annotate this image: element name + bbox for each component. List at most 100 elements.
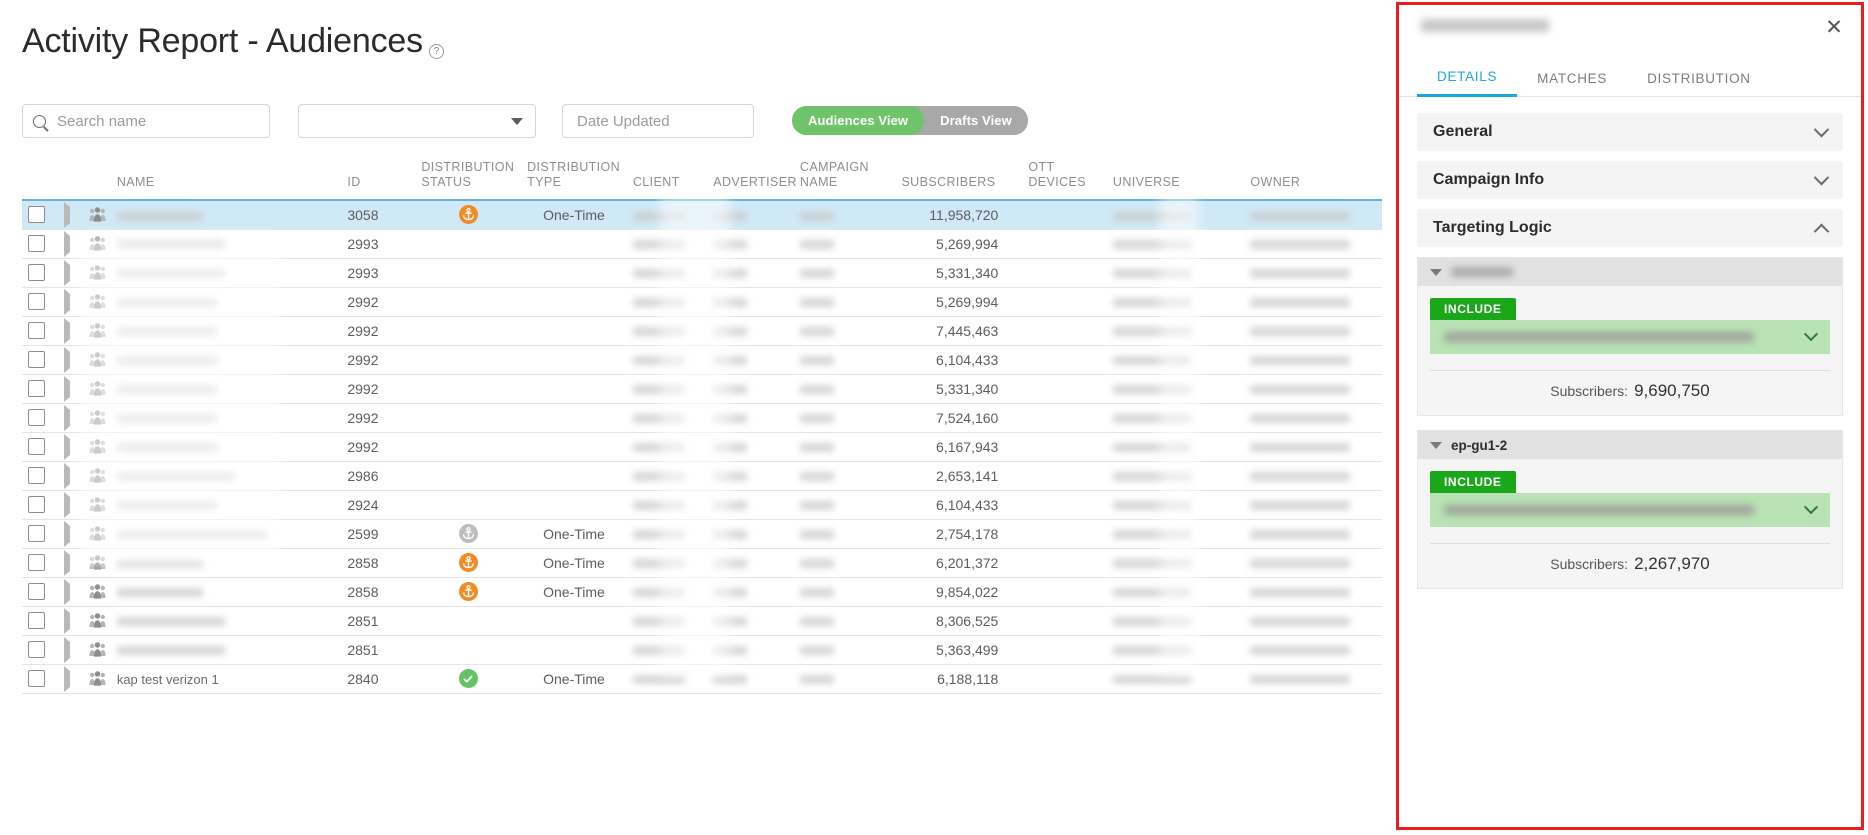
orange-anchor-icon[interactable] [458, 553, 478, 572]
row-expand-cell[interactable] [57, 345, 84, 375]
row-expand-cell[interactable] [57, 577, 84, 607]
table-row[interactable]: 3058 One-Time 11,958,720 [22, 200, 1382, 230]
row-name[interactable] [110, 432, 342, 462]
rule-group-header[interactable]: ep-gu1-2 [1418, 431, 1842, 459]
table-row[interactable]: 2992 5,269,994 [22, 287, 1382, 317]
rule-chip[interactable] [1430, 320, 1830, 354]
audiences-view-toggle[interactable]: Audiences View [792, 106, 925, 135]
column-header-owner[interactable]: OWNER [1244, 160, 1382, 200]
table-row[interactable]: 2993 5,269,994 [22, 229, 1382, 259]
row-checkbox-cell[interactable] [22, 606, 58, 636]
accordion-campaign-info[interactable]: Campaign Info [1417, 161, 1843, 199]
row-checkbox[interactable] [28, 467, 45, 484]
table-row[interactable]: 2992 6,167,943 [22, 432, 1382, 462]
chevron-right-icon[interactable] [63, 491, 70, 518]
chevron-right-icon[interactable] [63, 549, 70, 576]
table-row[interactable]: 2993 5,331,340 [22, 258, 1382, 288]
row-checkbox[interactable] [28, 409, 45, 426]
row-name[interactable] [110, 200, 342, 230]
row-checkbox-cell[interactable] [22, 432, 58, 462]
row-expand-cell[interactable] [57, 664, 84, 694]
row-checkbox-cell[interactable] [22, 461, 58, 491]
chevron-right-icon[interactable] [63, 288, 70, 315]
drafts-view-toggle[interactable]: Drafts View [924, 106, 1028, 135]
row-expand-cell[interactable] [57, 548, 84, 578]
row-name[interactable] [110, 490, 342, 520]
table-row[interactable]: 2992 5,331,340 [22, 374, 1382, 404]
table-row[interactable]: 2851 5,363,499 [22, 635, 1382, 665]
row-expand-cell[interactable] [57, 432, 84, 462]
date-updated-input[interactable] [575, 111, 741, 131]
chevron-right-icon[interactable] [63, 201, 70, 228]
row-checkbox-cell[interactable] [22, 490, 58, 520]
column-header-universe[interactable]: UNIVERSE [1107, 160, 1244, 200]
table-row[interactable]: kap test verizon 1 2840 One-Time 6,188,118 [22, 664, 1382, 694]
row-checkbox-cell[interactable] [22, 403, 58, 433]
tab-distribution[interactable]: DISTRIBUTION [1627, 59, 1771, 97]
row-checkbox[interactable] [28, 670, 45, 687]
date-updated-field[interactable] [562, 104, 754, 138]
chevron-right-icon[interactable] [63, 636, 70, 663]
table-row[interactable]: 2851 8,306,525 [22, 606, 1382, 636]
row-name[interactable] [110, 229, 342, 259]
question-mark-icon[interactable]: ? [428, 43, 444, 59]
column-header-name[interactable]: NAME [111, 160, 342, 200]
row-checkbox[interactable] [28, 525, 45, 542]
row-checkbox[interactable] [28, 380, 45, 397]
chevron-right-icon[interactable] [63, 578, 70, 605]
row-name[interactable] [110, 287, 342, 317]
table-row[interactable]: 2992 7,524,160 [22, 403, 1382, 433]
row-name[interactable] [110, 403, 342, 433]
rule-group-header[interactable] [1418, 258, 1842, 286]
header-select-all[interactable] [22, 160, 58, 200]
row-expand-cell[interactable] [57, 200, 84, 230]
row-expand-cell[interactable] [57, 258, 84, 288]
row-name[interactable] [110, 461, 342, 491]
row-checkbox[interactable] [28, 641, 45, 658]
filter-select[interactable] [298, 104, 536, 138]
row-checkbox[interactable] [28, 496, 45, 513]
row-checkbox-cell[interactable] [22, 345, 58, 375]
row-expand-cell[interactable] [57, 229, 84, 259]
row-expand-cell[interactable] [57, 374, 84, 404]
table-row[interactable]: 2992 7,445,463 [22, 316, 1382, 346]
row-checkbox-cell[interactable] [22, 664, 58, 694]
column-header-distribution-status[interactable]: DISTRIBUTION STATUS [415, 160, 521, 200]
search-input-wrapper[interactable] [22, 104, 270, 138]
row-expand-cell[interactable] [57, 287, 84, 317]
row-name[interactable] [110, 606, 342, 636]
row-name[interactable] [110, 519, 342, 549]
row-checkbox[interactable] [28, 438, 45, 455]
accordion-targeting-logic[interactable]: Targeting Logic [1417, 209, 1843, 247]
chevron-right-icon[interactable] [63, 230, 70, 257]
chevron-right-icon[interactable] [63, 375, 70, 402]
table-row[interactable]: 2924 6,104,433 [22, 490, 1382, 520]
row-name[interactable] [110, 345, 342, 375]
table-row[interactable]: 2599 One-Time 2,754,178 [22, 519, 1382, 549]
column-header-advertiser[interactable]: ADVERTISER [707, 160, 796, 200]
chevron-right-icon[interactable] [63, 607, 70, 634]
row-name[interactable] [110, 577, 342, 607]
column-header-id[interactable]: ID [341, 160, 415, 200]
caret-down-icon[interactable] [1430, 441, 1442, 449]
chevron-down-icon[interactable] [1803, 500, 1819, 515]
row-name[interactable] [110, 635, 342, 665]
row-expand-cell[interactable] [57, 635, 84, 665]
column-header-client[interactable]: CLIENT [627, 160, 707, 200]
accordion-general[interactable]: General [1417, 113, 1843, 151]
row-checkbox-cell[interactable] [22, 258, 58, 288]
row-checkbox[interactable] [28, 322, 45, 339]
search-input[interactable] [55, 111, 259, 131]
row-checkbox-cell[interactable] [22, 635, 58, 665]
chevron-right-icon[interactable] [63, 317, 70, 344]
row-checkbox[interactable] [28, 351, 45, 368]
row-checkbox-cell[interactable] [22, 519, 58, 549]
chevron-right-icon[interactable] [63, 404, 70, 431]
row-expand-cell[interactable] [57, 403, 84, 433]
chevron-right-icon[interactable] [63, 433, 70, 460]
row-checkbox[interactable] [28, 206, 45, 224]
table-row[interactable]: 2858 One-Time 6,201,372 [22, 548, 1382, 578]
tab-details[interactable]: DETAILS [1417, 59, 1518, 97]
green-check-icon[interactable] [458, 669, 478, 688]
caret-down-icon[interactable] [1430, 268, 1442, 276]
